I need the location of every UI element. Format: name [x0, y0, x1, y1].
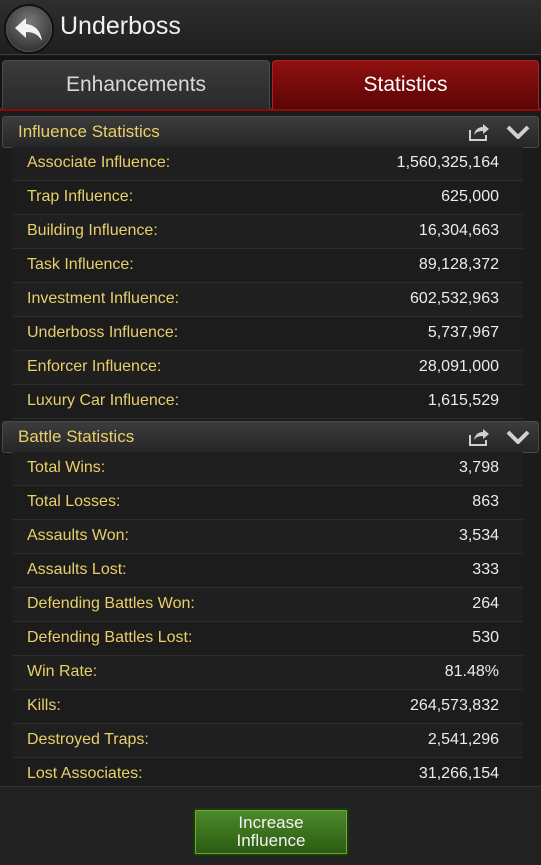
back-button[interactable]: [4, 4, 54, 54]
stat-value: 264: [472, 595, 499, 612]
battle-section-title: Battle Statistics: [18, 427, 135, 446]
tab-bar: Enhancements Statistics: [0, 56, 541, 111]
share-icon[interactable]: [468, 427, 490, 447]
list-item: Enforcer Influence: 28,091,000: [12, 351, 523, 385]
stat-value: 89,128,372: [418, 256, 499, 273]
list-item: Win Rate: 81.48%: [12, 656, 523, 690]
stat-label: Defending Battles Won:: [27, 595, 195, 612]
stat-label: Assaults Won:: [27, 527, 129, 544]
stat-value: 81.48%: [444, 663, 499, 680]
stat-label: Enforcer Influence:: [27, 358, 162, 375]
stat-value: 16,304,663: [418, 222, 499, 239]
stat-label: Kills:: [27, 697, 61, 714]
list-item: Total Wins: 3,798: [12, 452, 523, 486]
stat-value: 602,532,963: [410, 290, 499, 307]
button-label-line2: Influence: [236, 831, 306, 850]
stat-value: 333: [472, 561, 499, 578]
stat-value: 3,798: [458, 459, 499, 476]
stat-value: 1,560,325,164: [396, 154, 499, 171]
stat-label: Trap Influence:: [27, 188, 134, 205]
battle-stats-list: Total Wins: 3,798 Total Losses: 863 Assaul…: [12, 452, 523, 792]
stat-label: Total Wins:: [27, 459, 106, 476]
stat-value: 863: [472, 493, 499, 510]
stat-value: 31,266,154: [418, 765, 499, 782]
influence-section-title: Influence Statistics: [18, 122, 160, 141]
chevron-down-icon[interactable]: [506, 430, 530, 444]
battle-section-header[interactable]: Battle Statistics: [2, 421, 539, 453]
stat-label: Investment Influence:: [27, 290, 180, 307]
header-bar: Underboss: [0, 0, 541, 55]
stat-label: Defending Battles Lost:: [27, 629, 193, 646]
stat-label: Luxury Car Influence:: [27, 392, 180, 409]
stat-value: 625,000: [441, 188, 499, 205]
back-arrow-icon: [15, 18, 42, 41]
stat-label: Building Influence:: [27, 222, 158, 239]
list-item: Assaults Won: 3,534: [12, 520, 523, 554]
stat-label: Lost Associates:: [27, 765, 143, 782]
stat-label: Underboss Influence:: [27, 324, 179, 341]
stat-value: 264,573,832: [410, 697, 499, 714]
tab-enhancements[interactable]: Enhancements: [2, 60, 270, 109]
list-item: Task Influence: 89,128,372: [12, 249, 523, 283]
button-label-line1: Increase: [238, 813, 304, 832]
list-item: Defending Battles Won: 264: [12, 588, 523, 622]
increase-influence-button[interactable]: Increase Influence: [193, 808, 349, 856]
stat-value: 1,615,529: [427, 392, 499, 409]
list-item: Assaults Lost: 333: [12, 554, 523, 588]
list-item: Kills: 264,573,832: [12, 690, 523, 724]
stat-label: Total Losses:: [27, 493, 121, 510]
stat-value: 5,737,967: [427, 324, 499, 341]
footer-bar: Increase Influence: [0, 786, 541, 865]
influence-stats-list: Associate Influence: 1,560,325,164 Trap I…: [12, 147, 523, 419]
stat-value: 28,091,000: [418, 358, 499, 375]
list-item: Trap Influence: 625,000: [12, 181, 523, 215]
list-item: Destroyed Traps: 2,541,296: [12, 724, 523, 758]
list-item: Luxury Car Influence: 1,615,529: [12, 385, 523, 419]
stat-label: Assaults Lost:: [27, 561, 127, 578]
list-item: Total Losses: 863: [12, 486, 523, 520]
stat-value: 2,541,296: [427, 731, 499, 748]
stat-label: Win Rate:: [27, 663, 98, 680]
list-item: Defending Battles Lost: 530: [12, 622, 523, 656]
stat-value: 530: [472, 629, 499, 646]
list-item: Underboss Influence: 5,737,967: [12, 317, 523, 351]
page-title: Underboss: [60, 12, 181, 40]
chevron-down-icon[interactable]: [506, 125, 530, 139]
stat-label: Associate Influence:: [27, 154, 171, 171]
share-icon[interactable]: [468, 122, 490, 142]
list-item: Investment Influence: 602,532,963: [12, 283, 523, 317]
list-item: Associate Influence: 1,560,325,164: [12, 147, 523, 181]
stat-label: Destroyed Traps:: [27, 731, 149, 748]
tab-statistics[interactable]: Statistics: [272, 60, 539, 109]
list-item: Building Influence: 16,304,663: [12, 215, 523, 249]
stat-value: 3,534: [458, 527, 499, 544]
stat-label: Task Influence:: [27, 256, 134, 273]
influence-section-header[interactable]: Influence Statistics: [2, 116, 539, 148]
